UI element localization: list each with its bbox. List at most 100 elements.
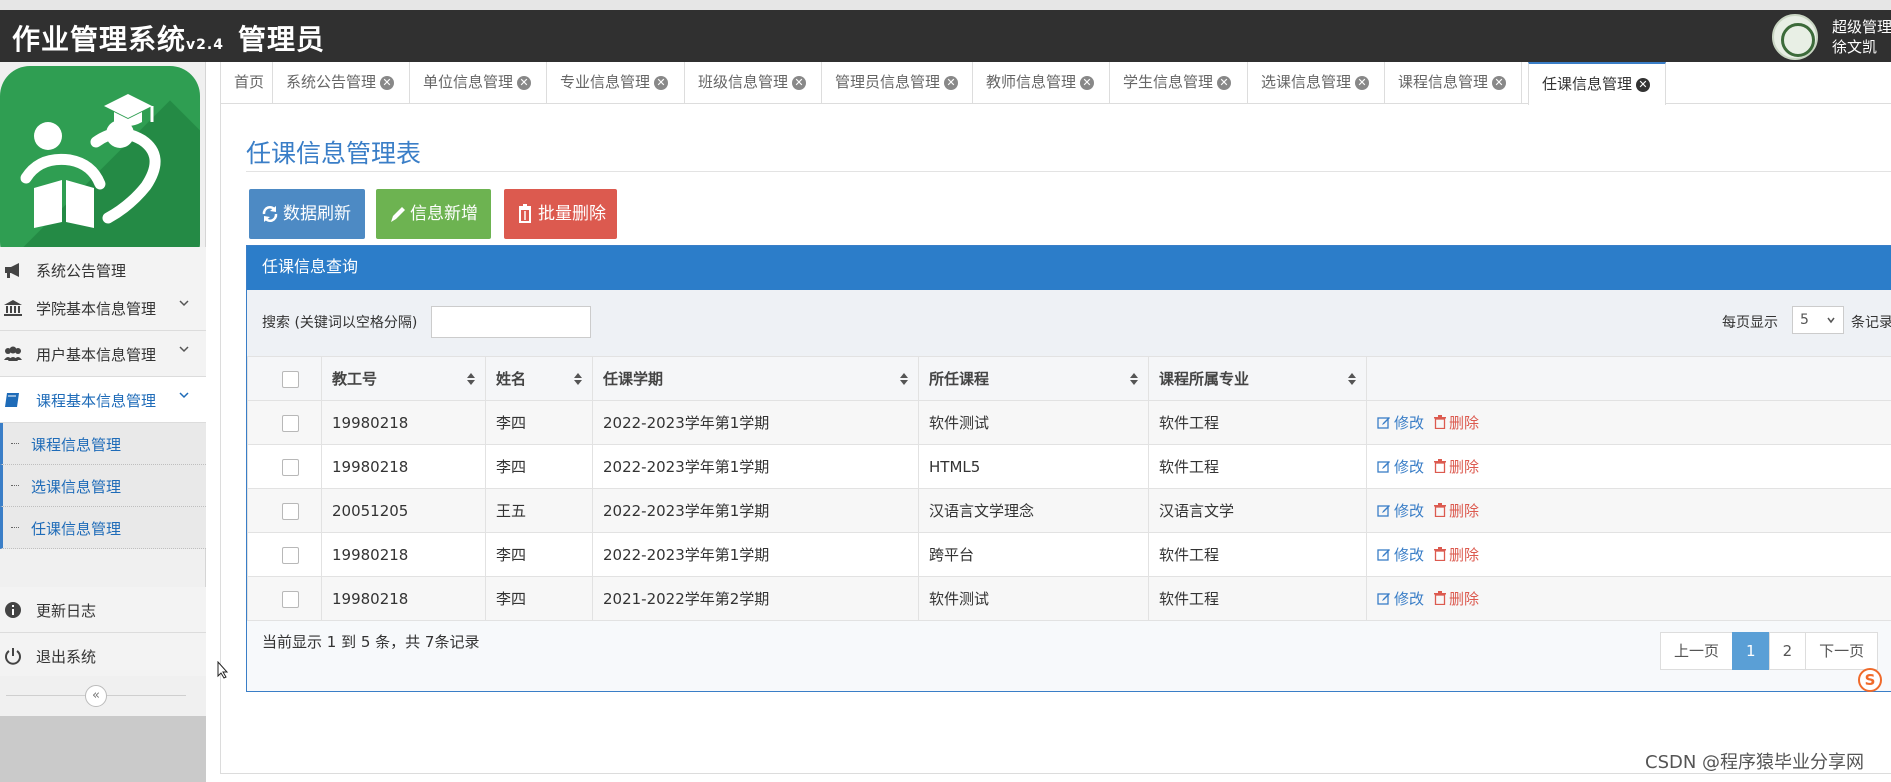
tab-course-selection[interactable]: 选课信息管理 ✕ — [1248, 62, 1385, 104]
sidebar-item-logout[interactable]: 退出系统 — [0, 633, 206, 679]
refresh-button-label: 数据刷新 — [283, 204, 351, 224]
table-row[interactable]: 20051205 王五 2022-2023学年第1学期 汉语言文学理念 汉语言文学 修改删… — [247, 488, 1891, 533]
per-page-select[interactable]: 5 — [1792, 306, 1844, 334]
sidebar-item-label: 退出系统 — [36, 648, 97, 666]
row-checkbox[interactable] — [282, 414, 299, 432]
delete-link[interactable]: 删除 — [1434, 546, 1479, 564]
ime-icon[interactable]: S — [1858, 668, 1882, 692]
column-header-name[interactable]: 姓名 — [485, 356, 593, 401]
delete-link[interactable]: 删除 — [1434, 414, 1479, 432]
table-row[interactable]: 19980218 李四 2022-2023学年第1学期 跨平台 软件工程 修改 删除 — [247, 532, 1891, 577]
cell-major: 软件工程 — [1148, 444, 1367, 489]
close-tab-icon[interactable]: ✕ — [1080, 76, 1095, 90]
cell-course: 跨平台 — [918, 532, 1149, 577]
sidebar-item-label: 用户基本信息管理 — [36, 346, 157, 364]
pagination: 上一页 1 2 下一页 — [1660, 632, 1879, 670]
row-select-cell — [247, 400, 322, 445]
assignment-table: 教工号 姓名 任课学期 所任课程 课程所属专业 19980218 李四 2022-2… — [247, 356, 1891, 621]
sidebar-item-college-info[interactable]: 学院基本信息管理 — [0, 285, 206, 331]
tab-major-info[interactable]: 专业信息管理 ✕ — [547, 62, 685, 104]
edit-icon — [1377, 417, 1390, 429]
delete-link[interactable]: 删除 — [1434, 590, 1479, 608]
close-tab-icon[interactable]: ✕ — [1492, 76, 1507, 90]
cell-semester: 2022-2023学年第1学期 — [592, 400, 919, 445]
cell-staff-id: 19980218 — [321, 400, 486, 445]
add-button-label: 信息新增 — [410, 204, 478, 224]
user-avatar[interactable] — [1772, 14, 1818, 60]
close-tab-icon[interactable]: ✕ — [1217, 76, 1232, 90]
close-tab-icon[interactable]: ✕ — [1355, 76, 1370, 90]
close-tab-icon[interactable]: ✕ — [792, 76, 807, 90]
row-select-cell — [247, 488, 322, 533]
mouse-cursor-icon — [217, 661, 229, 679]
close-tab-icon[interactable]: ✕ — [380, 76, 395, 90]
sort-icon — [1130, 373, 1138, 385]
info-icon — [5, 602, 21, 618]
tab-announcements[interactable]: 系统公告管理 ✕ — [273, 62, 410, 104]
search-input[interactable] — [431, 306, 591, 338]
sidebar-subitem-teaching-assignment[interactable]: 任课信息管理 — [0, 507, 206, 549]
table-row[interactable]: 19980218 李四 2021-2022学年第2学期 软件测试 软件工程 修改 删除 — [247, 576, 1891, 621]
tab-student-info[interactable]: 学生信息管理 ✕ — [1110, 62, 1248, 104]
cell-staff-id: 19980218 — [321, 532, 486, 577]
close-tab-icon[interactable]: ✕ — [654, 76, 669, 90]
refresh-button[interactable]: 数据刷新 — [249, 189, 365, 239]
trash-icon — [1434, 415, 1447, 430]
user-role[interactable]: 超级管理 — [1832, 16, 1891, 37]
edit-link[interactable]: 修改 — [1377, 414, 1424, 432]
tab-unit-info[interactable]: 单位信息管理 ✕ — [410, 62, 547, 104]
row-checkbox[interactable] — [282, 546, 299, 564]
cell-actions: 修改 删除 — [1366, 532, 1891, 577]
cell-name: 李四 — [485, 444, 593, 489]
add-button[interactable]: 信息新增 — [376, 189, 491, 239]
page-button-2[interactable]: 2 — [1768, 632, 1807, 670]
edit-link[interactable]: 修改 — [1377, 590, 1424, 608]
next-page-button[interactable]: 下一页 — [1805, 632, 1879, 670]
cell-semester: 2022-2023学年第1学期 — [592, 532, 919, 577]
edit-link[interactable]: 修改 — [1377, 502, 1424, 520]
sidebar-item-user-info[interactable]: 用户基本信息管理 — [0, 331, 206, 377]
sidebar-collapse-bar: « — [0, 676, 206, 716]
chevron-down-icon — [1827, 317, 1835, 324]
tab-teaching-assignment[interactable]: 任课信息管理 ✕ — [1528, 62, 1666, 105]
delete-link[interactable]: 删除 — [1434, 502, 1479, 520]
close-tab-icon[interactable]: ✕ — [517, 76, 532, 90]
close-tab-icon[interactable]: ✕ — [1636, 78, 1651, 92]
trash-icon — [1434, 591, 1447, 606]
column-header-major[interactable]: 课程所属专业 — [1148, 356, 1367, 401]
close-tab-icon[interactable]: ✕ — [944, 76, 959, 90]
table-row[interactable]: 19980218 李四 2022-2023学年第1学期 软件测试 软件工程 修改 删除 — [247, 400, 1891, 445]
sidebar-subitem-label: 选课信息管理 — [31, 478, 122, 496]
sidebar-subitem-course-management[interactable]: 课程信息管理 — [0, 423, 206, 465]
sidebar-subitem-course-selection[interactable]: 选课信息管理 — [0, 465, 206, 507]
row-checkbox[interactable] — [282, 590, 299, 608]
power-icon — [5, 648, 21, 665]
column-header-semester[interactable]: 任课学期 — [592, 356, 919, 401]
trash-icon — [1434, 459, 1447, 474]
sidebar-subitem-label: 任课信息管理 — [31, 520, 122, 538]
tab-home[interactable]: 首页 — [221, 62, 273, 104]
sidebar-item-course-info[interactable]: 课程基本信息管理 — [0, 377, 206, 423]
batch-delete-button[interactable]: 批量删除 — [504, 189, 617, 239]
collapse-sidebar-button[interactable]: « — [85, 685, 107, 707]
cell-actions: 修改 删除 — [1366, 576, 1891, 621]
delete-link[interactable]: 删除 — [1434, 458, 1479, 476]
page-button-1[interactable]: 1 — [1732, 632, 1770, 670]
row-checkbox[interactable] — [282, 458, 299, 476]
role-title: 管理员 — [237, 23, 325, 56]
tab-teacher-info[interactable]: 教师信息管理 ✕ — [973, 62, 1110, 104]
user-name[interactable]: 徐文凯 — [1832, 36, 1877, 57]
table-row[interactable]: 19980218 李四 2022-2023学年第1学期 HTML5 软件工程 修改 删除 — [247, 444, 1891, 489]
tab-admin-info[interactable]: 管理员信息管理 ✕ — [822, 62, 973, 104]
column-header-staff-id[interactable]: 教工号 — [321, 356, 486, 401]
sidebar-item-changelog[interactable]: 更新日志 — [0, 587, 206, 633]
select-all-checkbox[interactable] — [282, 370, 299, 388]
tab-course-info[interactable]: 课程信息管理 ✕ — [1385, 62, 1522, 104]
edit-link[interactable]: 修改 — [1377, 546, 1424, 564]
edit-link[interactable]: 修改 — [1377, 458, 1424, 476]
row-checkbox[interactable] — [282, 502, 299, 520]
column-header-course[interactable]: 所任课程 — [918, 356, 1149, 401]
cell-name: 李四 — [485, 576, 593, 621]
prev-page-button[interactable]: 上一页 — [1660, 632, 1734, 670]
tab-class-info[interactable]: 班级信息管理 ✕ — [685, 62, 822, 104]
